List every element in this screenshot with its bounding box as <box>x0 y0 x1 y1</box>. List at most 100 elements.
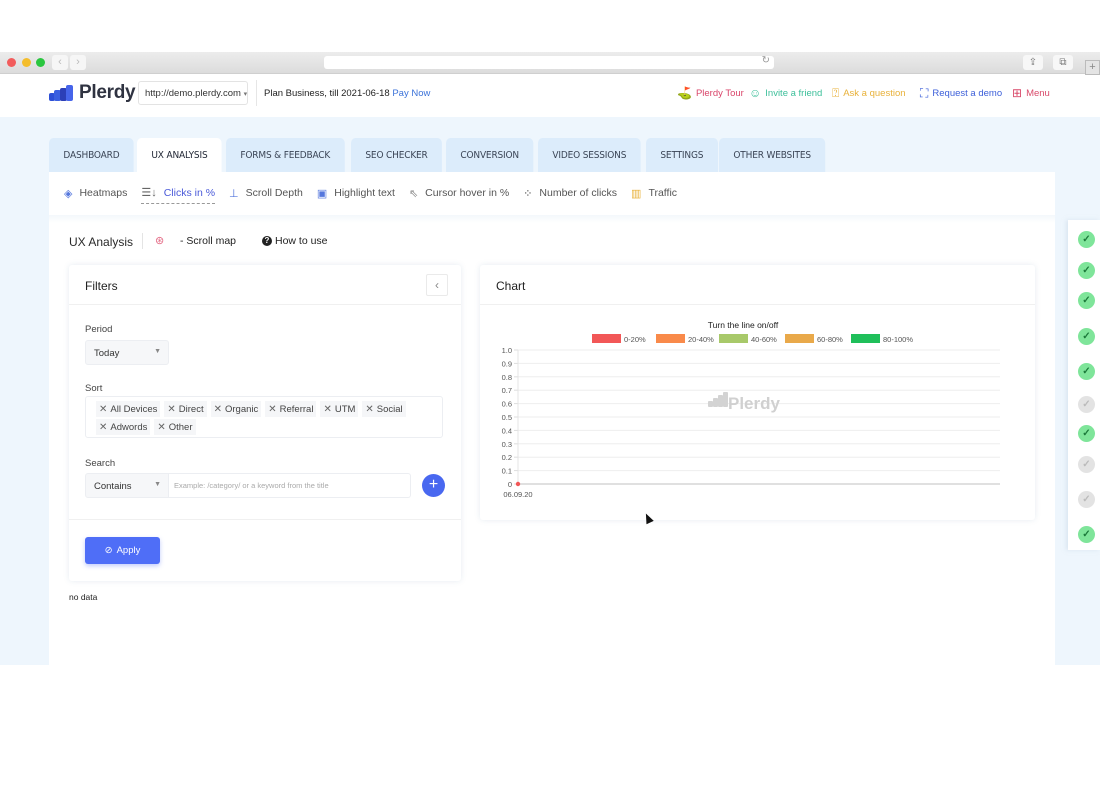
completed-check-icon[interactable]: ✓ <box>1078 363 1095 380</box>
subnav-scroll-depth[interactable]: ⊥ Scroll Depth <box>229 187 303 204</box>
close-window-button[interactable] <box>7 58 16 67</box>
subnav-highlight-text[interactable]: ▣ Highlight text <box>317 187 395 204</box>
sort-chip[interactable]: ✕ Other <box>154 419 196 435</box>
back-icon[interactable]: ‹ <box>52 55 68 70</box>
legend-label: 20-40% <box>688 335 714 344</box>
collapse-filters-button[interactable]: ‹ <box>426 274 448 296</box>
y-tick-label: 0.4 <box>502 426 512 435</box>
remove-icon[interactable]: ✕ <box>268 404 276 415</box>
remove-icon[interactable]: ✕ <box>365 404 373 415</box>
legend-swatch[interactable] <box>719 334 748 343</box>
forward-icon[interactable]: › <box>70 55 86 70</box>
tab-conversion[interactable]: Conversion <box>446 138 534 172</box>
plerdy-logo[interactable]: Plerdy <box>49 82 136 104</box>
chart-title: Chart <box>496 279 526 293</box>
tab-settings[interactable]: Settings <box>645 138 718 172</box>
menu-link[interactable]: ⊞ Menu <box>1012 86 1050 100</box>
remove-icon[interactable]: ✕ <box>99 422 107 433</box>
tabs-overview-icon[interactable]: ⧉ <box>1053 55 1073 70</box>
tab-dashboard[interactable]: Dashboard <box>49 138 134 172</box>
invite-friend-link[interactable]: ☺ Invite a friend <box>749 86 822 100</box>
chip-label: Social <box>376 403 403 415</box>
completed-check-icon[interactable]: ✓ <box>1078 231 1095 248</box>
pay-now-link[interactable]: Pay Now <box>392 88 430 99</box>
website-select-value: http://demo.plerdy.com <box>145 88 241 99</box>
plerdy-tour-link[interactable]: ⛳ Plerdy Tour <box>677 86 744 100</box>
pending-check-icon[interactable]: ✓ <box>1078 456 1095 473</box>
search-input[interactable] <box>169 473 411 498</box>
pending-check-icon[interactable]: ✓ <box>1078 491 1095 508</box>
sort-chip[interactable]: ✕ Social <box>362 401 406 417</box>
add-search-button[interactable]: + <box>422 474 445 497</box>
legend-swatch[interactable] <box>656 334 685 343</box>
sort-chip[interactable]: ✕ UTM <box>320 401 359 417</box>
sort-tags-input[interactable]: ✕ All Devices ✕ Direct ✕ Organic ✕ Referral … <box>85 396 443 438</box>
chevron-down-icon: ▾ <box>243 91 248 98</box>
request-demo-link[interactable]: ⛶ Request a demo <box>920 86 1002 101</box>
subnav-clicks-percent[interactable]: ☰↓ Clicks in % <box>141 186 216 204</box>
sort-chip[interactable]: ✕ All Devices <box>96 401 161 417</box>
legend-swatch[interactable] <box>785 334 814 343</box>
search-mode-select[interactable]: Contains ▼ <box>85 473 169 498</box>
period-select[interactable]: Today ▼ <box>85 340 169 365</box>
sort-chip[interactable]: ✕ Adwords <box>96 419 151 435</box>
completed-check-icon[interactable]: ✓ <box>1078 262 1095 279</box>
scroll-depth-icon: ⊥ <box>229 187 239 200</box>
maximize-window-button[interactable] <box>36 58 45 67</box>
chart-card: Chart Turn the line on/off 0-20% 20-40% 40-… <box>480 265 1035 520</box>
completed-check-icon[interactable]: ✓ <box>1078 425 1095 442</box>
sort-chip[interactable]: ✕ Organic <box>210 401 262 417</box>
remove-icon[interactable]: ✕ <box>323 404 331 415</box>
line-chart: Turn the line on/off 0-20% 20-40% 40-60% 60-… <box>502 320 1000 499</box>
reload-icon[interactable]: ↻ <box>762 55 770 66</box>
subnav-cursor-hover[interactable]: ⇖ Cursor hover in % <box>409 187 509 204</box>
remove-icon[interactable]: ✕ <box>99 404 107 415</box>
sort-chip[interactable]: ✕ Referral <box>265 401 317 417</box>
completed-check-icon[interactable]: ✓ <box>1078 526 1095 543</box>
legend-swatch[interactable] <box>592 334 621 343</box>
how-to-use-link[interactable]: ? How to use <box>262 235 328 247</box>
share-icon[interactable]: ⇪ <box>1023 55 1043 70</box>
new-tab-button[interactable]: + <box>1085 60 1100 75</box>
y-tick-label: 0.1 <box>502 467 512 476</box>
progress-checklist: ✓ ✓ ✓ ✓ ✓ ✓ ✓ ✓ ✓ ✓ <box>1068 220 1100 550</box>
subnav-clicks-percent-label: Clicks in % <box>163 186 216 199</box>
chevron-down-icon: ▼ <box>154 481 161 488</box>
title-divider <box>142 233 143 249</box>
legend-label: 40-60% <box>751 335 777 344</box>
tab-ux-analysis[interactable]: UX Analysis <box>137 138 223 172</box>
filters-header: Filters ‹ <box>69 265 461 305</box>
legend-swatch[interactable] <box>851 334 880 343</box>
chip-label: Direct <box>178 403 204 415</box>
subnav-traffic-label: Traffic <box>648 187 678 199</box>
scroll-map-link[interactable]: - Scroll map <box>180 235 236 247</box>
subnav-number-of-clicks[interactable]: ⁘ Number of clicks <box>523 187 617 204</box>
search-mode-value: Contains <box>94 481 132 492</box>
main-tabs: Dashboard UX Analysis Forms & Feedback S… <box>49 138 827 172</box>
tab-video-sessions[interactable]: Video Sessions <box>537 138 641 172</box>
pending-check-icon[interactable]: ✓ <box>1078 396 1095 413</box>
minimize-window-button[interactable] <box>22 58 31 67</box>
subnav-heatmaps[interactable]: ◈ Heatmaps <box>64 187 127 204</box>
period-label: Period <box>85 324 113 335</box>
invite-icon: ☺ <box>749 86 762 100</box>
menu-label: Menu <box>1026 87 1050 99</box>
website-select[interactable]: http://demo.plerdy.com ▾ <box>138 81 248 105</box>
subnav-scroll-depth-label: Scroll Depth <box>245 187 303 199</box>
tab-seo-checker[interactable]: SEO Checker <box>351 138 443 172</box>
remove-icon[interactable]: ✕ <box>167 404 175 415</box>
filters-divider <box>69 519 461 520</box>
completed-check-icon[interactable]: ✓ <box>1078 292 1095 309</box>
ask-question-label: Ask a question <box>843 88 906 99</box>
completed-check-icon[interactable]: ✓ <box>1078 328 1095 345</box>
address-bar[interactable]: ↻ <box>324 55 774 69</box>
tab-forms-feedback[interactable]: Forms & Feedback <box>225 138 345 172</box>
ask-question-link[interactable]: ⍰ Ask a question <box>832 86 906 101</box>
subnav-traffic[interactable]: ▥ Traffic <box>631 187 677 204</box>
remove-icon[interactable]: ✕ <box>214 404 222 415</box>
tab-other-websites[interactable]: Other websites <box>719 138 826 172</box>
remove-icon[interactable]: ✕ <box>157 422 165 433</box>
tour-icon: ⛳ <box>677 86 692 100</box>
sort-chip[interactable]: ✕ Direct <box>164 401 207 417</box>
apply-button[interactable]: ⊘ Apply <box>85 537 160 564</box>
